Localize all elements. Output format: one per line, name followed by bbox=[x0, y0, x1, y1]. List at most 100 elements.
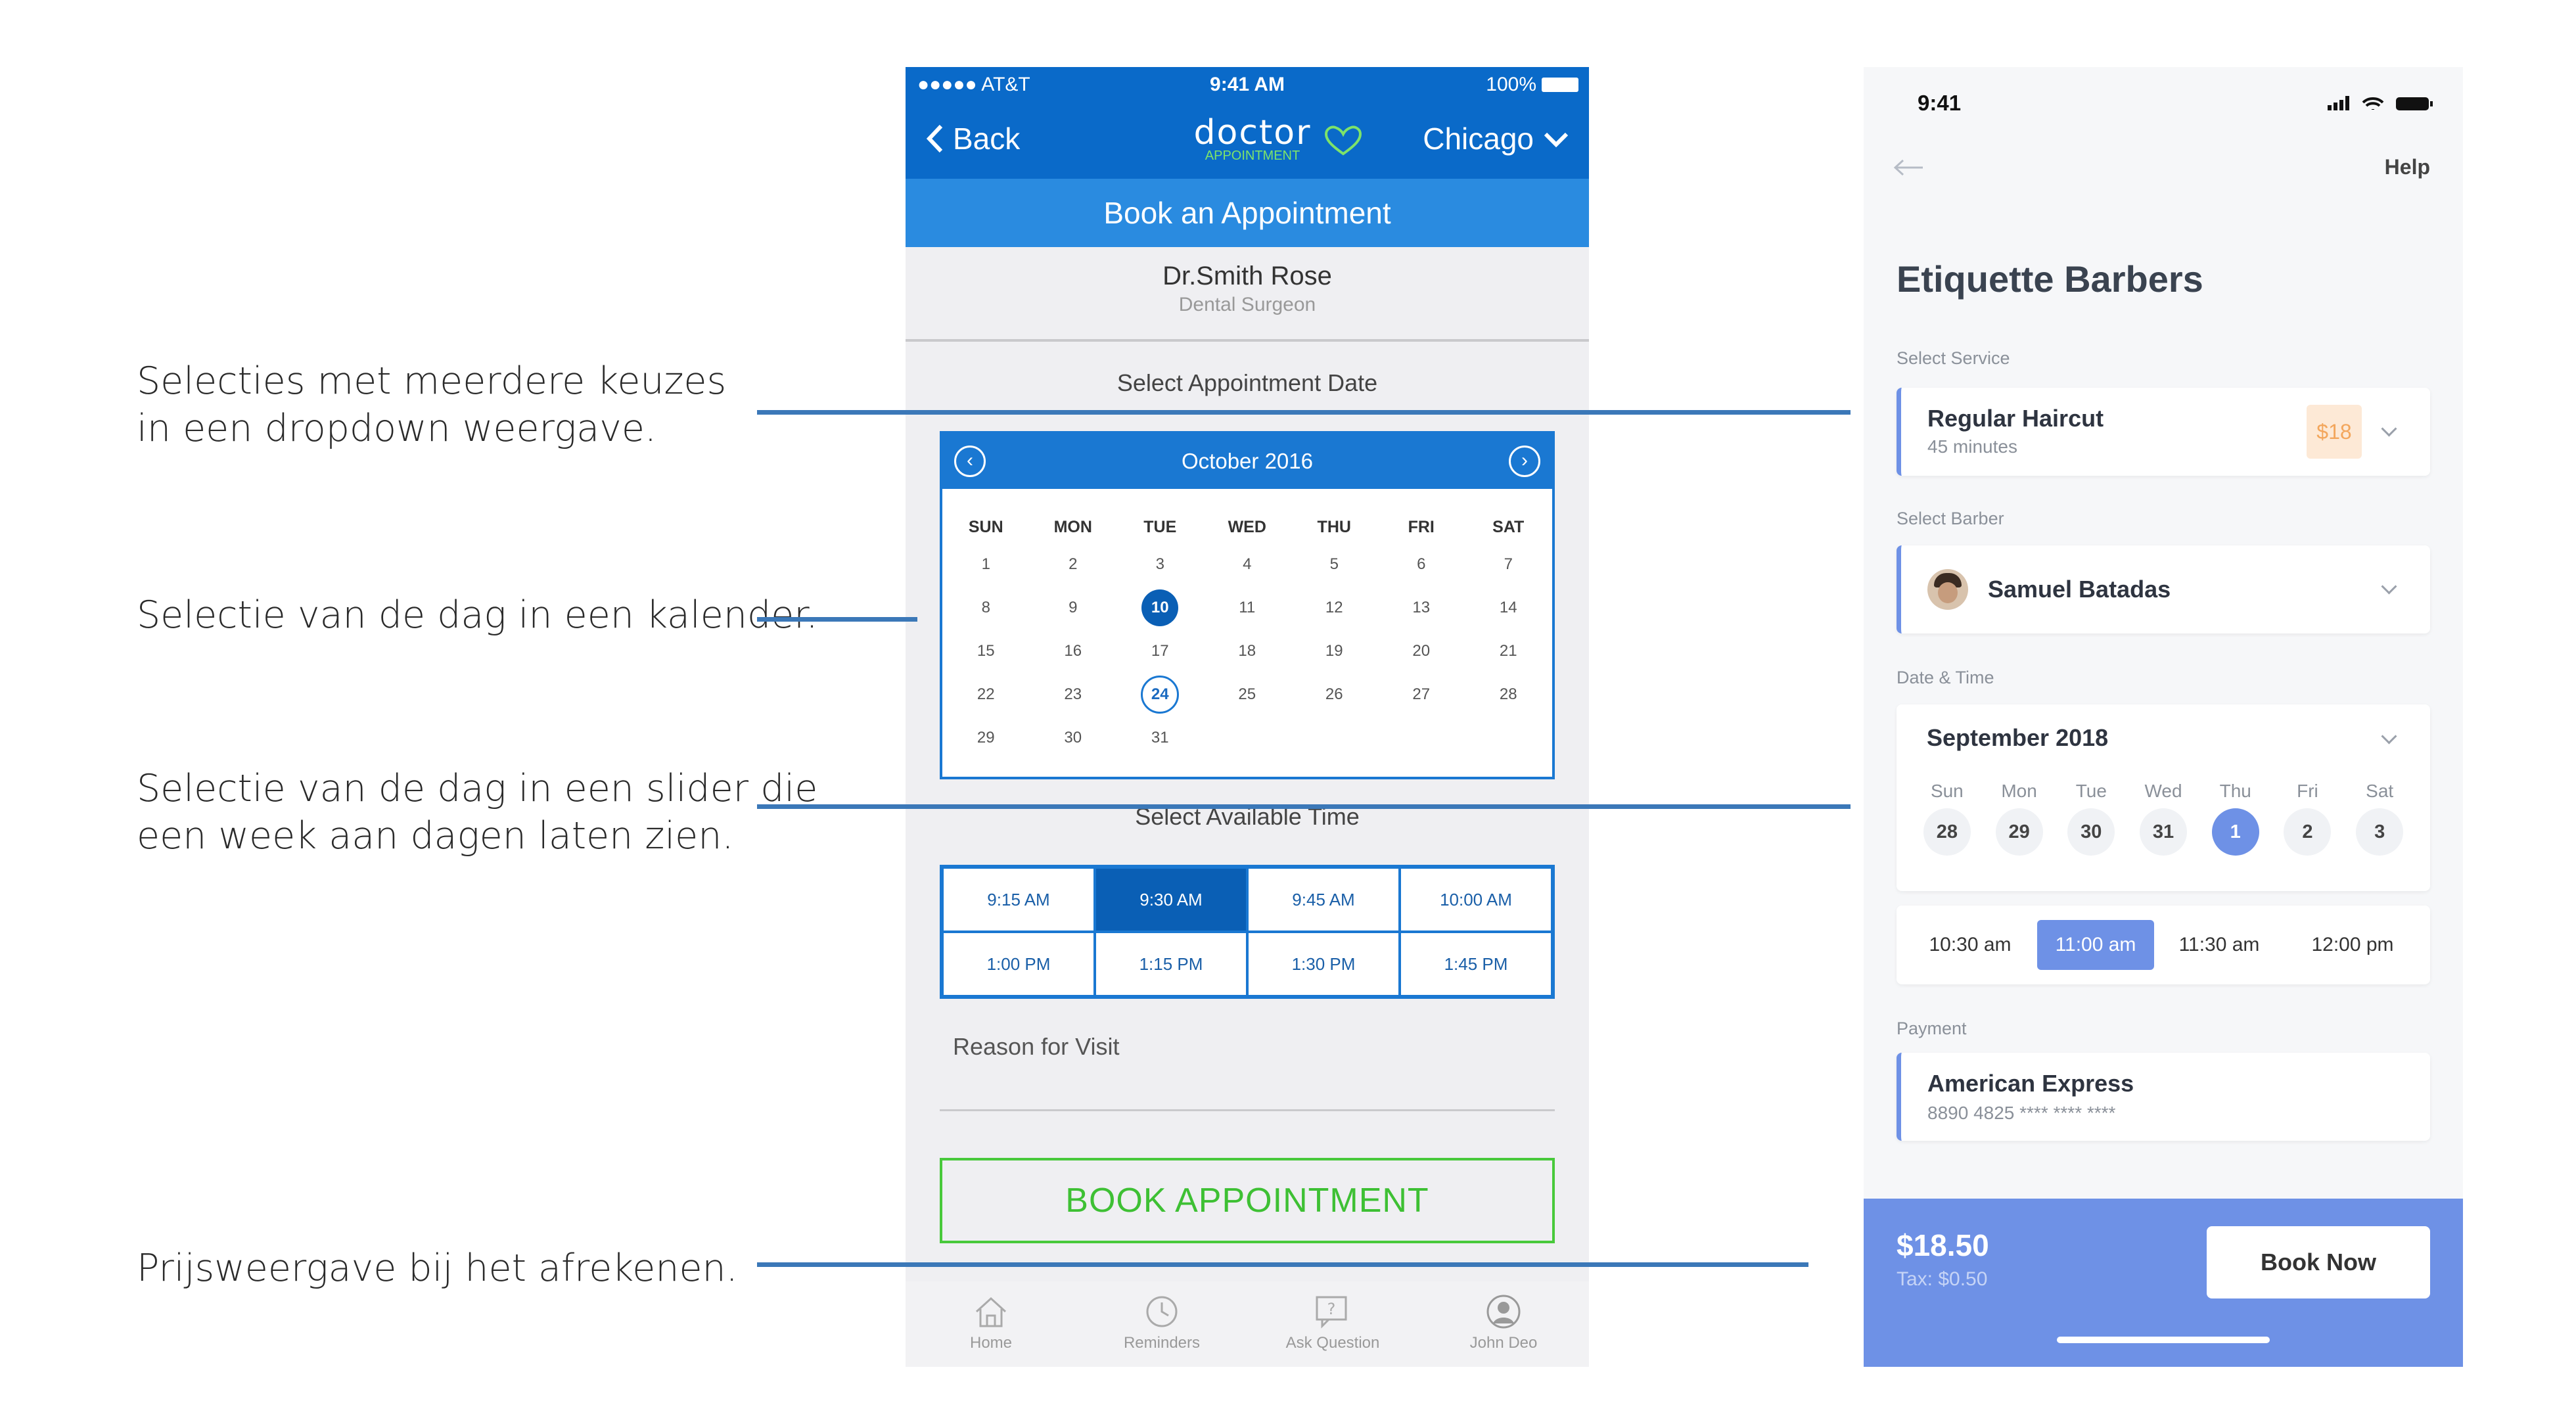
day-cell[interactable]: 30 bbox=[2055, 808, 2127, 856]
time-slot[interactable]: 1:45 PM bbox=[1400, 932, 1552, 996]
calendar-day[interactable]: 12 bbox=[1291, 586, 1378, 630]
time-slot[interactable]: 10:30 am bbox=[1912, 920, 2028, 970]
barber-dropdown[interactable]: Samuel Batadas bbox=[1897, 545, 2430, 633]
annotation-text: in een dropdown weergave. bbox=[137, 407, 657, 450]
calendar-day[interactable]: 5 bbox=[1291, 543, 1378, 586]
time-slot[interactable]: 1:15 PM bbox=[1095, 932, 1247, 996]
home-icon bbox=[975, 1297, 1007, 1327]
arrow-left-icon[interactable] bbox=[1893, 158, 1925, 177]
question-bubble-icon: ? bbox=[1316, 1296, 1347, 1329]
calendar-day[interactable]: 23 bbox=[1030, 673, 1117, 716]
calendar-day[interactable]: 16 bbox=[1030, 630, 1117, 673]
time-slot[interactable]: 11:30 am bbox=[2161, 920, 2278, 970]
time-slot[interactable]: 10:00 AM bbox=[1400, 867, 1552, 932]
calendar-day[interactable]: 26 bbox=[1291, 673, 1378, 716]
book-now-button[interactable]: Book Now bbox=[2207, 1226, 2430, 1298]
weekday-label: Wed bbox=[2144, 781, 2182, 801]
calendar-day[interactable]: 19 bbox=[1291, 630, 1378, 673]
tab-reminders[interactable]: Reminders bbox=[1076, 1281, 1247, 1367]
tab-profile[interactable]: John Deo bbox=[1418, 1281, 1589, 1367]
time-slot[interactable]: 1:00 PM bbox=[942, 932, 1095, 996]
connector-line bbox=[757, 410, 1851, 415]
day-number: 30 bbox=[2067, 808, 2115, 856]
calendar-day-number: 21 bbox=[1499, 642, 1517, 660]
calendar-day-number: 29 bbox=[977, 729, 995, 746]
tab-ask-question[interactable]: ? Ask Question bbox=[1247, 1281, 1418, 1367]
svg-text:?: ? bbox=[1327, 1300, 1336, 1318]
time-slot[interactable]: 11:00 am bbox=[2037, 920, 2154, 970]
service-dropdown[interactable]: Regular Haircut 45 minutes $18 bbox=[1897, 388, 2430, 476]
calendar-day[interactable]: 4 bbox=[1204, 543, 1291, 586]
chevron-down-icon[interactable] bbox=[2381, 728, 2397, 745]
barber-booking-screen: 9:41 Help Etiquette Barbers Select Servi… bbox=[1864, 67, 2463, 1367]
doctor-role: Dental Surgeon bbox=[1178, 294, 1316, 315]
calendar-day[interactable]: 21 bbox=[1465, 630, 1552, 673]
service-label: Select Service bbox=[1897, 348, 2010, 368]
calendar-day-number: 1 bbox=[981, 555, 990, 573]
time-slot[interactable]: 9:45 AM bbox=[1247, 867, 1400, 932]
book-appointment-button[interactable]: BOOK APPOINTMENT bbox=[940, 1158, 1555, 1243]
prev-month-button[interactable]: ‹ bbox=[954, 446, 986, 477]
calendar-day[interactable]: 7 bbox=[1465, 543, 1552, 586]
weekday-label: Mon bbox=[2001, 781, 2037, 801]
reason-input[interactable] bbox=[940, 1109, 1555, 1111]
calendar-day[interactable]: 6 bbox=[1378, 543, 1465, 586]
day-cell[interactable]: 28 bbox=[1911, 808, 1983, 856]
calendar-day[interactable]: 17 bbox=[1116, 630, 1204, 673]
calendar-day[interactable]: 14 bbox=[1465, 586, 1552, 630]
help-link[interactable]: Help bbox=[2385, 155, 2430, 179]
calendar-day[interactable]: 31 bbox=[1116, 716, 1204, 760]
calendar-day[interactable]: 2 bbox=[1030, 543, 1117, 586]
calendar-day-number: 30 bbox=[1064, 729, 1082, 746]
calendar-day-number: 22 bbox=[977, 685, 995, 703]
logo: doctor APPOINTMENT bbox=[1161, 113, 1345, 164]
calendar-day[interactable]: 11 bbox=[1204, 586, 1291, 630]
calendar-day[interactable]: 24 bbox=[1116, 673, 1204, 716]
calendar-day[interactable]: 18 bbox=[1204, 630, 1291, 673]
calendar-day[interactable]: 9 bbox=[1030, 586, 1117, 630]
reason-label: Reason for Visit bbox=[953, 1033, 1120, 1060]
tab-home[interactable]: Home bbox=[906, 1281, 1076, 1367]
time-slot[interactable]: 12:00 pm bbox=[2291, 920, 2414, 970]
day-number: 1 bbox=[2211, 808, 2259, 856]
user-icon bbox=[1486, 1295, 1521, 1329]
calendar-day[interactable]: 25 bbox=[1204, 673, 1291, 716]
calendar-week: 1 2 3 4 5 6 7 bbox=[942, 543, 1552, 586]
divider bbox=[906, 339, 1589, 342]
calendar-day[interactable]: 13 bbox=[1378, 586, 1465, 630]
battery-percent: 100% bbox=[1486, 74, 1536, 95]
time-slot[interactable]: 1:30 PM bbox=[1247, 932, 1400, 996]
weekday-label: FRI bbox=[1408, 518, 1435, 536]
calendar-day[interactable]: 3 bbox=[1116, 543, 1204, 586]
calendar-day[interactable]: 30 bbox=[1030, 716, 1117, 760]
weekday-row: SUN MON TUE WED THU FRI SAT bbox=[942, 518, 1552, 537]
city-selector[interactable]: Chicago bbox=[1423, 121, 1569, 156]
calendar-day[interactable]: 27 bbox=[1378, 673, 1465, 716]
payment-card[interactable]: American Express 8890 4825 **** **** ***… bbox=[1897, 1053, 2430, 1141]
calendar-day-number: 4 bbox=[1243, 555, 1252, 573]
back-button[interactable]: Back bbox=[925, 121, 1020, 156]
day-cell[interactable]: 29 bbox=[1983, 808, 2056, 856]
next-month-button[interactable]: › bbox=[1509, 446, 1540, 477]
calendar-day[interactable]: 29 bbox=[942, 716, 1030, 760]
calendar-day[interactable]: 28 bbox=[1465, 673, 1552, 716]
time-slot[interactable]: 9:30 AM bbox=[1095, 867, 1247, 932]
calendar-day[interactable]: 20 bbox=[1378, 630, 1465, 673]
annotation-text: Selectie van de dag in een kalender. bbox=[137, 593, 818, 637]
calendar-day[interactable]: 8 bbox=[942, 586, 1030, 630]
tab-bar: Home Reminders ? Ask Question John Deo bbox=[906, 1281, 1589, 1367]
weekday-label: MON bbox=[1053, 518, 1092, 536]
day-cell[interactable]: 2 bbox=[2272, 808, 2344, 856]
day-cell[interactable]: 1 bbox=[2199, 808, 2272, 856]
day-cell[interactable]: 31 bbox=[2127, 808, 2199, 856]
calendar-day[interactable]: 1 bbox=[942, 543, 1030, 586]
time-slot[interactable]: 9:15 AM bbox=[942, 867, 1095, 932]
day-cell[interactable]: 3 bbox=[2343, 808, 2416, 856]
calendar-day-number: 28 bbox=[1499, 685, 1517, 703]
service-name: Regular Haircut bbox=[1927, 405, 2104, 432]
calendar-day[interactable]: 10 bbox=[1116, 586, 1204, 630]
calendar-day[interactable]: 15 bbox=[942, 630, 1030, 673]
annotation-text: Prijsweergave bij het afrekenen. bbox=[137, 1247, 738, 1290]
calendar-day-number: 11 bbox=[1239, 599, 1256, 616]
calendar-day[interactable]: 22 bbox=[942, 673, 1030, 716]
